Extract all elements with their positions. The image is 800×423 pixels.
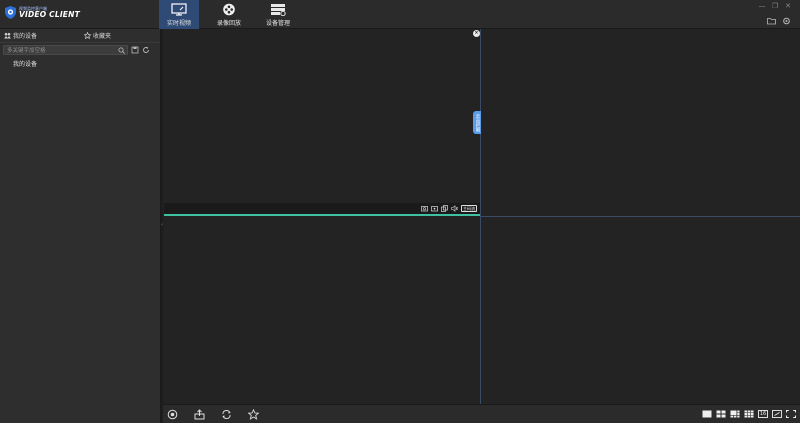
tree-item-my-devices[interactable]: 我的设备 [0,59,160,68]
search-icon[interactable] [118,47,125,54]
device-manage-icon [271,4,286,16]
video-pane-4[interactable] [481,217,800,404]
layout-9-icon[interactable] [744,410,754,418]
ptz-control-tab[interactable]: 云台控制 [473,111,481,134]
brand-title: VIDEO CLIENT [19,9,80,19]
video-pane-3[interactable] [164,217,480,404]
layout-4-icon[interactable] [716,410,726,418]
star-icon [84,32,91,39]
favorite-star-icon[interactable] [248,409,259,420]
refresh-icon[interactable] [142,46,150,54]
tab-live-video[interactable]: 实时视频 [159,0,199,29]
tab-label: 我的设备 [13,33,38,40]
fullscreen-icon[interactable] [786,410,796,418]
search-row [0,43,160,57]
settings-gear-icon[interactable] [782,17,791,25]
video-grid: × 主码流 云台控制 [163,29,800,404]
bottom-toolbar: 16 [163,404,800,423]
tab-label: 设备管理 [265,20,290,27]
save-icon[interactable] [131,46,139,54]
volume-icon[interactable] [451,205,458,212]
stream-type-badge[interactable]: 主码流 [461,205,477,212]
tab-playback[interactable]: 录像回放 [209,0,249,29]
tab-device-management[interactable]: 设备管理 [258,0,298,29]
pane-divider-horizontal [481,216,800,217]
video-pane-2[interactable] [481,29,800,216]
snapshot-icon[interactable] [421,205,428,212]
devices-icon [4,32,11,39]
folder-icon[interactable] [767,17,776,25]
tab-label: 录像回放 [216,20,241,27]
selected-pane-indicator [164,214,480,216]
export-icon[interactable] [194,409,205,420]
video-pane-1[interactable] [164,29,480,216]
sidebar-tabs: 我的设备 收藏夹 [0,29,160,43]
app-logo: 视频监控客户端 VIDEO CLIENT [5,6,80,19]
search-box [3,45,128,55]
layout-1-icon[interactable] [702,410,712,418]
cycle-icon[interactable] [221,409,232,420]
close-button[interactable]: ✕ [783,2,793,10]
tab-my-devices[interactable]: 我的设备 [0,29,80,42]
search-input[interactable] [4,47,114,55]
restore-button[interactable]: ❐ [770,2,780,10]
film-reel-icon [223,3,235,16]
stretch-icon[interactable] [772,410,782,418]
tab-favorites[interactable]: 收藏夹 [80,29,160,42]
device-sidebar: 我的设备 收藏夹 我的设备 [0,29,161,423]
shield-logo-icon [5,6,16,19]
layout-6-icon[interactable] [730,410,740,418]
top-bar: 视频监控客户端 VIDEO CLIENT 实时视频 录像回放 设备管理 — ❐ … [0,0,800,29]
tab-label: 收藏夹 [93,33,112,40]
pane-toolbar: 主码流 [164,203,480,214]
tab-label: 实时视频 [166,20,191,27]
record-icon[interactable] [431,205,438,212]
copy-window-icon[interactable] [441,205,448,212]
monitor-icon [171,3,187,16]
close-pane-button[interactable]: × [473,30,480,37]
record-all-icon[interactable] [167,409,178,420]
minimize-button[interactable]: — [757,2,767,10]
layout-16-button[interactable]: 16 [758,410,768,418]
